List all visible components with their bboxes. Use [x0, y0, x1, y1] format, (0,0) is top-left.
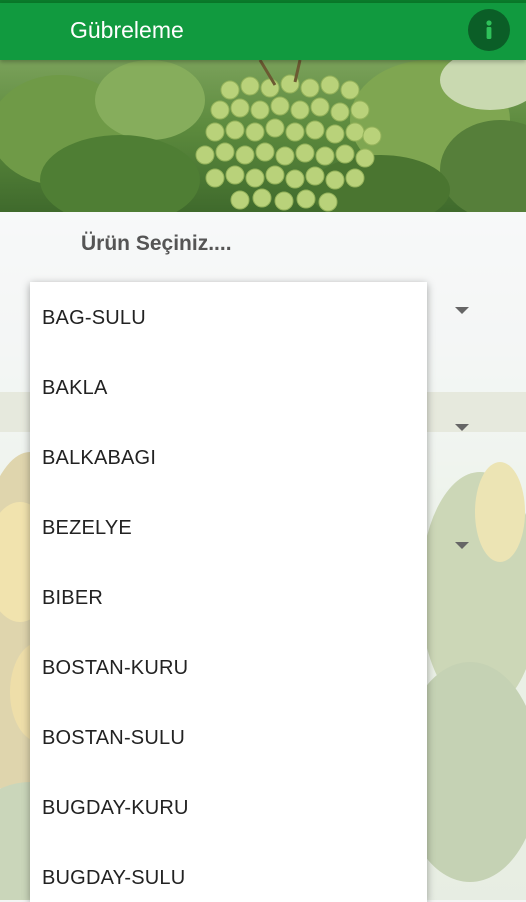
chevron-down-icon[interactable]	[455, 424, 469, 431]
dropdown-option[interactable]: BOSTAN-KURU	[30, 632, 427, 702]
product-select-label: Ürün Seçiniz....	[81, 232, 232, 255]
dropdown-option[interactable]: BALKABAGI	[30, 422, 427, 492]
dropdown-option[interactable]: BAG-SULU	[30, 282, 427, 352]
dropdown-option[interactable]: BOSTAN-SULU	[30, 702, 427, 772]
info-icon	[486, 20, 492, 39]
dropdown-option[interactable]: BIBER	[30, 562, 427, 632]
page-title: Gübreleme	[70, 17, 184, 43]
info-button[interactable]	[468, 9, 510, 51]
app-bar: Gübreleme	[0, 3, 526, 60]
chevron-down-icon[interactable]	[455, 307, 469, 314]
product-dropdown-list: BAG-SULU BAKLA BALKABAGI BEZELYE BIBER B…	[30, 282, 427, 902]
chevron-down-icon[interactable]	[455, 542, 469, 549]
dropdown-option[interactable]: BAKLA	[30, 352, 427, 422]
dropdown-option[interactable]: BUGDAY-KURU	[30, 772, 427, 842]
dropdown-option[interactable]: BUGDAY-SULU	[30, 842, 427, 902]
header-photo	[0, 60, 526, 212]
dropdown-option[interactable]: BEZELYE	[30, 492, 427, 562]
